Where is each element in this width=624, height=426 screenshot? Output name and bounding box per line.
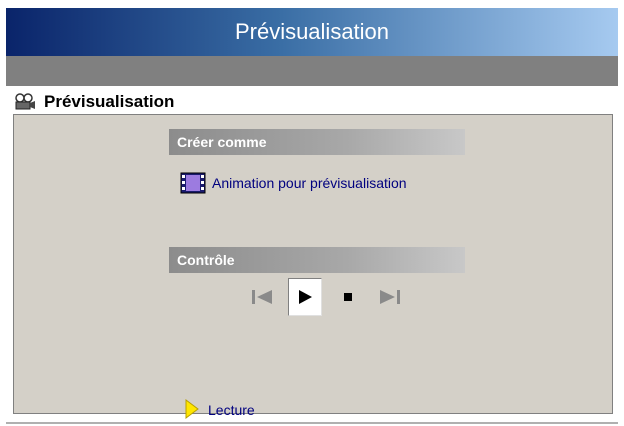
section-control-header: Contrôle — [169, 247, 465, 273]
skip-to-start-button[interactable] — [246, 279, 278, 315]
panel-content: Créer comme Animation pour prévisualisat — [13, 114, 613, 419]
lecture-label: Lecture — [208, 402, 255, 418]
playback-controls — [246, 278, 406, 316]
panel-header: Prévisualisation — [14, 90, 174, 114]
option-animation-preview-label: Animation pour prévisualisation — [212, 175, 407, 191]
play-icon — [299, 290, 312, 304]
panel-title: Prévisualisation — [44, 92, 175, 111]
skip-to-end-icon — [380, 290, 400, 304]
skip-to-start-icon — [252, 290, 272, 304]
skip-to-end-button[interactable] — [374, 279, 406, 315]
preview-window: Prévisualisation Prévisualisation Créer … — [0, 0, 624, 426]
play-button[interactable] — [288, 278, 322, 316]
preview-panel: Prévisualisation Créer comme Animation p… — [6, 86, 618, 424]
stop-button[interactable] — [332, 279, 364, 315]
stop-icon — [344, 293, 352, 301]
window-title: Prévisualisation — [6, 8, 618, 56]
projector-icon — [14, 93, 36, 111]
section-create-as-header: Créer comme — [169, 129, 465, 155]
lecture-action[interactable]: Lecture — [184, 397, 255, 423]
film-icon — [180, 172, 206, 194]
yellow-arrow-icon — [184, 398, 200, 423]
option-animation-preview[interactable]: Animation pour prévisualisation — [180, 171, 407, 195]
